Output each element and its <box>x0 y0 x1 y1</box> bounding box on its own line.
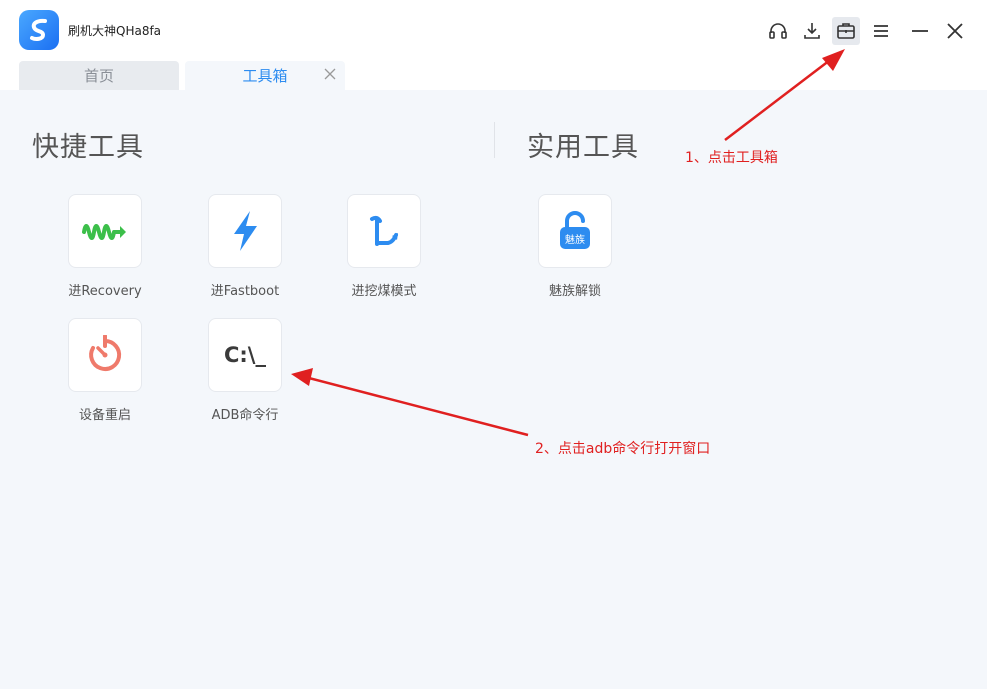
recovery-icon <box>82 224 126 240</box>
pickaxe-icon <box>370 215 398 246</box>
tool-download-mode-box[interactable] <box>347 194 421 268</box>
tool-adb-terminal-box[interactable]: C:\_ <box>208 318 282 392</box>
app-logo-icon <box>30 18 47 41</box>
minimize-icon[interactable] <box>906 17 934 45</box>
app-logo <box>19 10 59 50</box>
tab-home-label: 首页 <box>83 67 114 85</box>
annotation-step-1: 1、点击工具箱 <box>685 150 778 166</box>
title-bar: 刷机大神QHa8fa 首页 工具箱 <box>0 0 987 90</box>
terminal-icon: C:\_ <box>224 343 266 367</box>
section-title-utility-tools: 实用工具 <box>527 132 639 163</box>
tool-restart-label: 设备重启 <box>78 408 131 423</box>
meizu-unlock-icon-text: 魅族 <box>565 235 585 246</box>
headset-icon[interactable] <box>764 17 792 45</box>
tool-fastboot[interactable]: 进Fastboot <box>190 194 300 299</box>
tool-recovery-box[interactable] <box>68 194 142 268</box>
lightning-icon <box>234 211 257 251</box>
tab-home[interactable]: 首页 <box>19 61 179 90</box>
tool-recovery-label: 进Recovery <box>68 284 142 299</box>
tool-meizu-unlock[interactable]: 魅族 魅族解锁 <box>520 194 630 299</box>
tool-fastboot-label: 进Fastboot <box>210 284 280 299</box>
annotation-step-2: 2、点击adb命令行打开窗口 <box>535 441 711 457</box>
tool-fastboot-box[interactable] <box>208 194 282 268</box>
section-divider <box>494 122 495 158</box>
download-icon[interactable] <box>798 17 826 45</box>
tab-close-icon[interactable] <box>323 67 337 81</box>
close-icon[interactable] <box>941 17 969 45</box>
tool-download-mode[interactable]: 进挖煤模式 <box>329 194 439 299</box>
tool-restart[interactable]: 设备重启 <box>50 318 160 423</box>
meizu-unlock-icon: 魅族 <box>558 211 592 251</box>
tab-toolbox-label: 工具箱 <box>242 67 288 85</box>
annotation-arrow-2 <box>304 375 529 437</box>
tool-adb-terminal-label: ADB命令行 <box>211 408 279 423</box>
tool-restart-box[interactable] <box>68 318 142 392</box>
menu-icon[interactable] <box>867 17 895 45</box>
tool-download-mode-label: 进挖煤模式 <box>351 284 417 299</box>
tool-meizu-unlock-box[interactable]: 魅族 <box>538 194 612 268</box>
restart-icon <box>89 335 122 371</box>
section-title-quick-tools: 快捷工具 <box>32 132 144 163</box>
tool-adb-terminal[interactable]: C:\_ ADB命令行 <box>190 318 300 423</box>
tool-meizu-unlock-label: 魅族解锁 <box>548 284 601 299</box>
tab-toolbox[interactable]: 工具箱 <box>185 61 345 90</box>
app-title: 刷机大神QHa8fa <box>68 24 162 38</box>
tool-recovery[interactable]: 进Recovery <box>50 194 160 299</box>
toolbox-icon[interactable] <box>832 17 860 45</box>
